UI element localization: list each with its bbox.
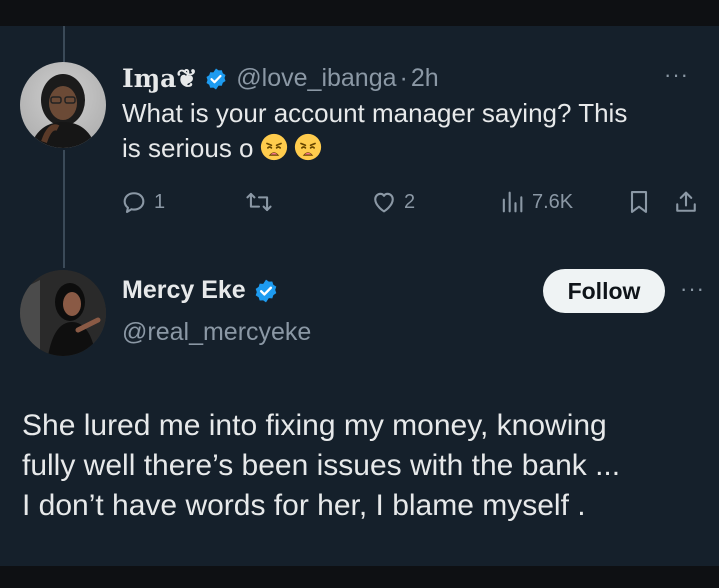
verified-badge-icon <box>204 67 228 91</box>
tweet-thread: Iɱa❦ @love_ibanga · 2h ··· What is your … <box>0 26 719 566</box>
weary-face-icon <box>260 133 287 161</box>
thread-connector-line <box>63 150 65 268</box>
retweet-action[interactable] <box>244 188 280 216</box>
avatar-photo-icon <box>30 74 96 148</box>
main-tweet-text: She lured me into fixing my money, knowi… <box>22 406 712 526</box>
main-author-name[interactable]: Mercy Eke <box>122 276 246 305</box>
main-text-line-2: fully well there’s been issues with the … <box>22 449 621 482</box>
retweet-icon <box>246 192 272 212</box>
main-author-handle[interactable]: @real_mercyeke <box>122 318 311 347</box>
bottom-border <box>0 566 719 588</box>
views-chart-icon <box>502 191 523 213</box>
reply-tweet-text: What is your account manager saying? Thi… <box>122 96 712 166</box>
avatar-photo-icon <box>20 270 106 356</box>
weary-face-icon <box>294 133 321 161</box>
like-count: 2 <box>404 190 416 213</box>
reply-author-handle[interactable]: @love_ibanga <box>236 64 396 93</box>
reply-author-name[interactable]: Iɱa❦ <box>122 64 197 93</box>
thread-line-top <box>63 26 65 66</box>
verified-badge-icon <box>253 278 279 304</box>
reply-tweet-header: Iɱa❦ @love_ibanga · 2h <box>122 64 439 93</box>
separator-dot: · <box>399 64 408 92</box>
reply-text-line-1: What is your account manager saying? Thi… <box>122 98 628 128</box>
reply-action-bar: 1 2 7.6K <box>120 188 700 224</box>
reply-time[interactable]: 2h <box>411 64 439 93</box>
main-more-icon[interactable]: ··· <box>680 278 705 300</box>
reply-text-line-2-text: is serious o <box>122 133 254 163</box>
reply-icon <box>123 192 145 213</box>
main-text-line-3: I don’t have words for her, I blame myse… <box>22 489 586 522</box>
top-border <box>0 0 719 26</box>
follow-button[interactable]: Follow <box>543 269 665 313</box>
main-tweet-header: Mercy Eke <box>122 276 279 305</box>
reply-text-line-2: is serious o <box>122 131 712 166</box>
reply-more-icon[interactable]: ··· <box>664 64 689 86</box>
share-icon <box>676 191 696 212</box>
bookmark-icon <box>630 191 648 213</box>
reply-count: 1 <box>154 190 166 213</box>
bookmark-action[interactable] <box>625 188 653 216</box>
heart-icon <box>374 192 394 213</box>
views-action[interactable]: 7.6K <box>498 188 573 216</box>
views-count: 7.6K <box>532 190 574 213</box>
avatar-mercy-eke[interactable] <box>20 270 106 356</box>
reply-action[interactable]: 1 <box>120 188 165 216</box>
main-text-line-1: She lured me into fixing my money, knowi… <box>22 409 607 442</box>
like-action[interactable]: 2 <box>370 188 415 216</box>
share-action[interactable] <box>672 188 700 216</box>
avatar-love-ibanga[interactable] <box>20 62 106 148</box>
